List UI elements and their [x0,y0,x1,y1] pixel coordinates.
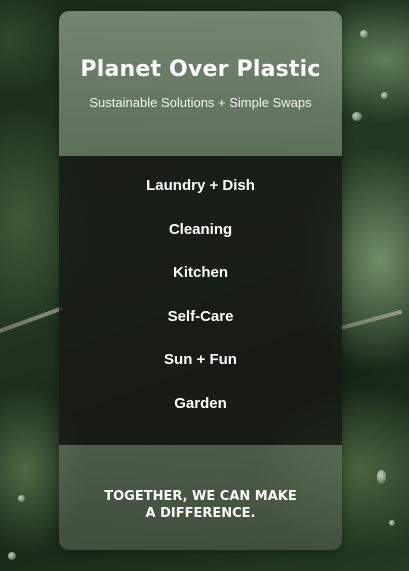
water-drop [389,520,395,526]
nav-link-laundry-dish[interactable]: Laundry + Dish [59,176,342,220]
category-nav: Laundry + Dish Cleaning Kitchen Self-Car… [59,156,342,445]
site-tagline: Sustainable Solutions + Simple Swaps [89,95,312,110]
nav-link-self-care[interactable]: Self-Care [59,307,342,351]
water-drop [377,470,386,484]
category-list: Laundry + Dish Cleaning Kitchen Self-Car… [59,176,342,438]
water-drop [360,30,368,38]
footer-tagline: TOGETHER, WE CAN MAKE A DIFFERENCE. [104,489,297,521]
nav-link-cleaning[interactable]: Cleaning [59,220,342,264]
menu-card: Planet Over Plastic Sustainable Solution… [59,11,342,550]
site-title[interactable]: Planet Over Plastic [59,57,342,82]
stem [338,309,403,331]
nav-link-sun-fun[interactable]: Sun + Fun [59,350,342,394]
nav-link-garden[interactable]: Garden [59,394,342,438]
nav-link-kitchen[interactable]: Kitchen [59,263,342,307]
stem [0,306,64,334]
water-drop [381,92,388,99]
water-drop [18,495,25,502]
card-header: Planet Over Plastic Sustainable Solution… [59,11,342,156]
water-drop [8,552,16,560]
card-footer: TOGETHER, WE CAN MAKE A DIFFERENCE. [59,445,342,550]
water-drop [352,112,362,121]
